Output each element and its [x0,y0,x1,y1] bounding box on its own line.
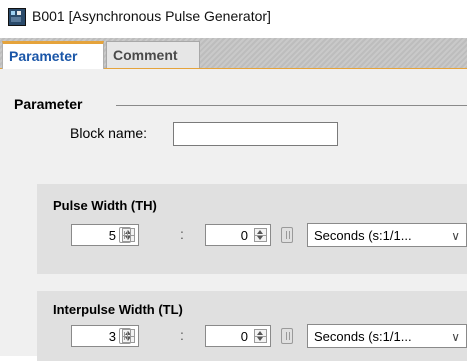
interpulse-width-value2-stepper[interactable]: 0 [205,325,271,347]
block-name-label: Block name: [70,125,148,141]
parameter-content: Parameter Block name: Pulse Width (TH) 5… [0,69,467,361]
time-separator: : [180,226,184,242]
pulse-width-unit-select[interactable]: Seconds (s:1/1... ∨ [307,223,467,247]
spinner-arrows-icon[interactable] [254,329,267,343]
title-bar: B001 [Asynchronous Pulse Generator] [0,0,467,34]
parameter-reference-icon[interactable] [119,328,131,344]
spinner-arrows-icon[interactable] [254,228,267,242]
interpulse-width-panel: Interpulse Width (TL) 3 : 0 Seconds (s:1… [37,291,467,361]
window-title: B001 [Asynchronous Pulse Generator] [32,8,271,24]
pulse-width-value2: 0 [240,228,248,243]
pulse-width-value2-stepper[interactable]: 0 [205,224,271,246]
chevron-down-icon: ∨ [451,229,460,243]
pulse-width-title: Pulse Width (TH) [53,198,157,213]
parameter-reference-icon[interactable] [281,227,293,243]
tab-parameter[interactable]: Parameter [2,41,104,69]
interpulse-width-unit: Seconds (s:1/1... [314,329,412,344]
interpulse-width-unit-select[interactable]: Seconds (s:1/1... ∨ [307,324,467,348]
app-block-icon [8,8,26,26]
interpulse-width-value2: 0 [240,329,248,344]
parameter-group-title: Parameter [14,96,83,112]
tab-comment[interactable]: Comment [106,41,200,68]
parameter-reference-icon[interactable] [281,328,293,344]
block-name-input[interactable] [173,122,338,146]
tab-strip: Parameter Comment [0,38,467,69]
interpulse-width-title: Interpulse Width (TL) [53,302,183,317]
pulse-width-value1: 5 [108,228,116,243]
chevron-down-icon: ∨ [451,330,460,344]
interpulse-width-value1: 3 [108,329,116,344]
pulse-width-unit: Seconds (s:1/1... [314,228,412,243]
pulse-width-panel: Pulse Width (TH) 5 : 0 Seconds (s:1/1...… [37,184,467,274]
parameter-reference-icon[interactable] [119,227,131,243]
time-separator: : [180,327,184,343]
group-divider [116,105,467,106]
